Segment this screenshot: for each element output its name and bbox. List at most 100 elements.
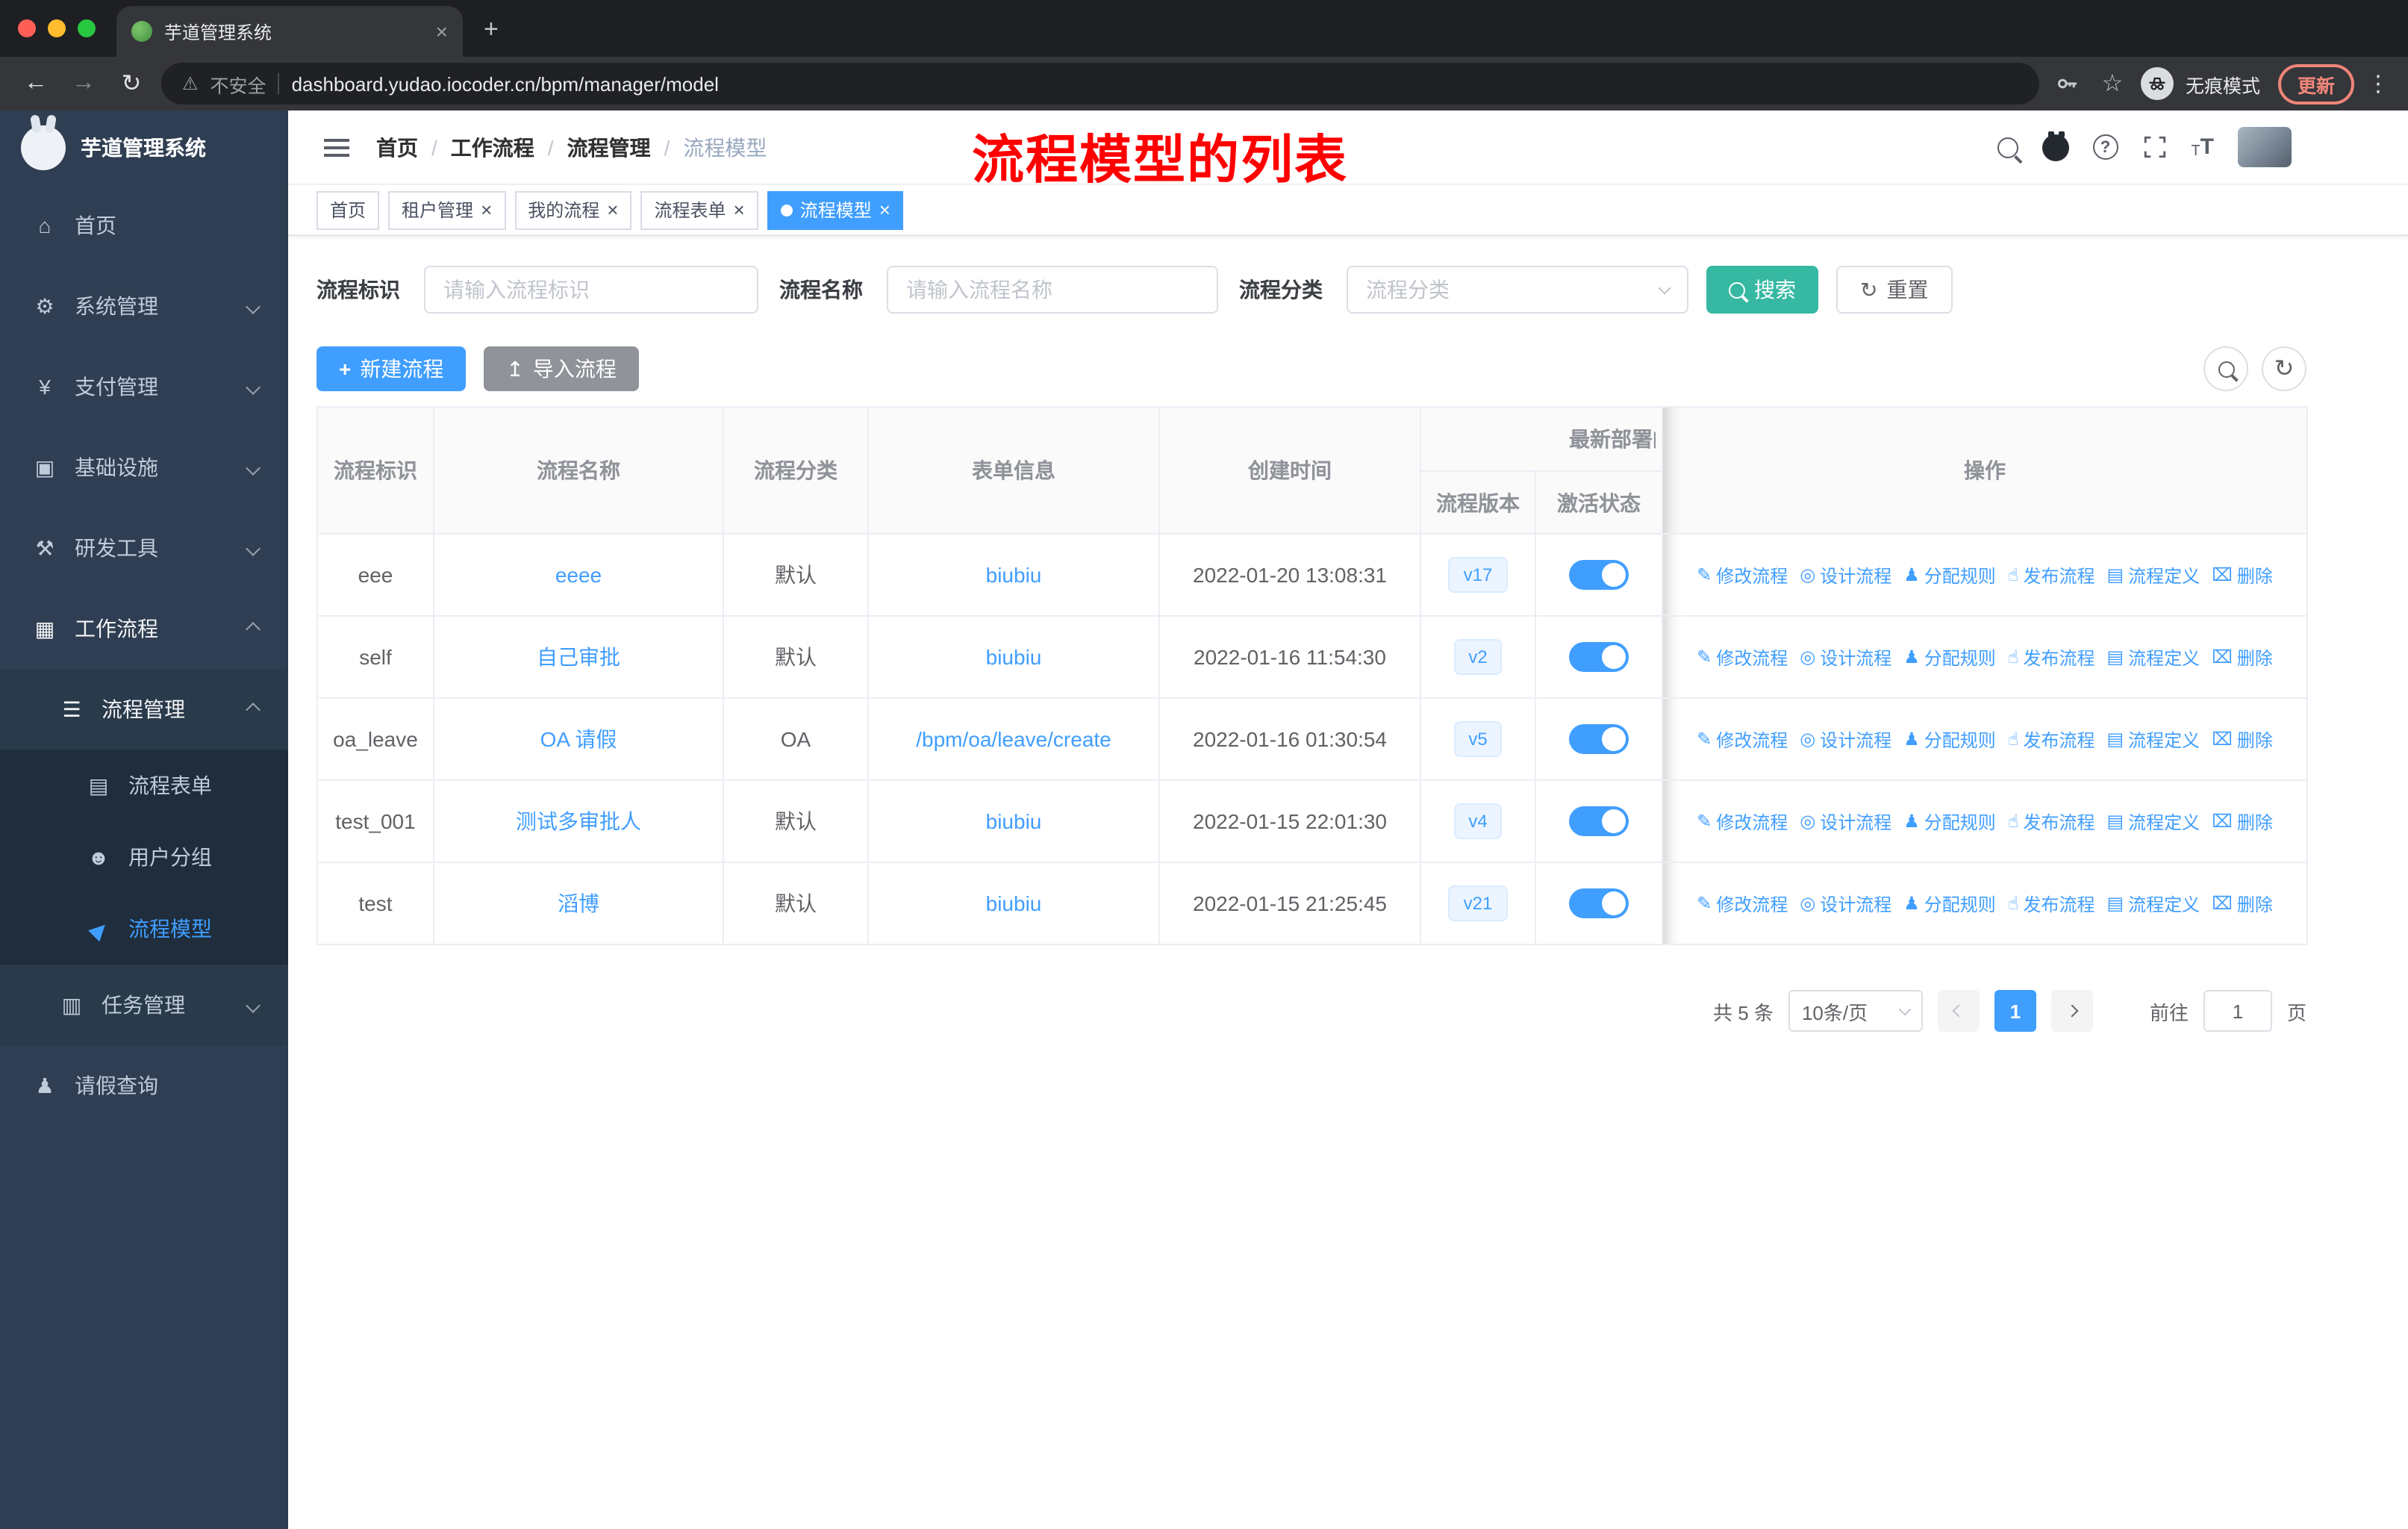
- active-toggle[interactable]: [1569, 642, 1629, 672]
- action-definition-link[interactable]: 流程定义: [2106, 727, 2200, 753]
- action-edit-link[interactable]: 修改流程: [1697, 727, 1788, 753]
- show-search-button[interactable]: [2203, 346, 2248, 391]
- close-icon[interactable]: [481, 200, 492, 219]
- action-assign-link[interactable]: 分配规则: [1903, 563, 1996, 588]
- goto-page-input[interactable]: [2203, 990, 2272, 1032]
- action-definition-link[interactable]: 流程定义: [2106, 645, 2200, 670]
- breadcrumb-process-management[interactable]: 流程管理: [567, 132, 670, 162]
- minimize-window-button[interactable]: [48, 19, 66, 37]
- action-delete-link[interactable]: 删除: [2212, 809, 2273, 835]
- bookmark-star-icon[interactable]: [2096, 67, 2129, 100]
- sidebar-item-payment[interactable]: 支付管理: [0, 346, 288, 427]
- close-window-button[interactable]: [18, 19, 36, 37]
- action-publish-link[interactable]: 发布流程: [2008, 727, 2094, 753]
- tag-process-form[interactable]: 流程表单: [640, 190, 758, 229]
- action-edit-link[interactable]: 修改流程: [1697, 563, 1788, 588]
- sidebar-item-home[interactable]: 首页: [0, 185, 288, 266]
- search-button[interactable]: 搜索: [1706, 266, 1818, 314]
- action-publish-link[interactable]: 发布流程: [2008, 891, 2094, 917]
- category-select[interactable]: 流程分类: [1347, 266, 1688, 314]
- font-size-icon[interactable]: [2191, 134, 2214, 160]
- sidebar-item-task-management[interactable]: 任务管理: [0, 965, 288, 1045]
- menu-dots-icon[interactable]: [2366, 70, 2390, 97]
- forward-button[interactable]: [66, 66, 102, 102]
- next-page-button[interactable]: [2050, 990, 2093, 1032]
- tag-my-process[interactable]: 我的流程: [514, 190, 632, 229]
- avatar[interactable]: [2238, 127, 2292, 167]
- process-id-input[interactable]: [424, 266, 758, 314]
- active-toggle[interactable]: [1569, 724, 1629, 754]
- sidebar-item-process-form[interactable]: 流程表单: [0, 750, 288, 821]
- process-name-link[interactable]: 测试多审批人: [516, 809, 641, 833]
- action-assign-link[interactable]: 分配规则: [1903, 645, 1996, 670]
- action-design-link[interactable]: 设计流程: [1800, 563, 1891, 588]
- action-edit-link[interactable]: 修改流程: [1697, 891, 1788, 917]
- create-process-button[interactable]: 新建流程: [316, 346, 467, 391]
- process-name-link[interactable]: 自己审批: [537, 645, 620, 669]
- sidebar-item-workflow[interactable]: 工作流程: [0, 588, 288, 669]
- action-publish-link[interactable]: 发布流程: [2008, 645, 2094, 670]
- action-delete-link[interactable]: 删除: [2212, 891, 2273, 917]
- fullscreen-icon[interactable]: [2142, 134, 2167, 160]
- action-publish-link[interactable]: 发布流程: [2008, 563, 2094, 588]
- action-definition-link[interactable]: 流程定义: [2106, 809, 2200, 835]
- action-assign-link[interactable]: 分配规则: [1903, 891, 1996, 917]
- form-link[interactable]: biubiu: [986, 645, 1042, 669]
- process-name-input[interactable]: [887, 266, 1218, 314]
- import-process-button[interactable]: 导入流程: [484, 346, 639, 391]
- action-delete-link[interactable]: 删除: [2212, 563, 2273, 588]
- search-icon[interactable]: [1997, 137, 2018, 158]
- close-icon[interactable]: [607, 200, 618, 219]
- page-size-select[interactable]: 10条/页: [1788, 990, 1923, 1032]
- tag-home[interactable]: 首页: [316, 190, 380, 229]
- active-toggle[interactable]: [1569, 806, 1629, 836]
- reload-button[interactable]: [113, 66, 149, 102]
- sidebar-item-system[interactable]: 系统管理: [0, 266, 288, 346]
- action-design-link[interactable]: 设计流程: [1800, 645, 1891, 670]
- action-assign-link[interactable]: 分配规则: [1903, 727, 1996, 753]
- refresh-table-button[interactable]: [2262, 346, 2306, 391]
- active-toggle[interactable]: [1569, 560, 1629, 590]
- breadcrumb-workflow[interactable]: 工作流程: [451, 132, 554, 162]
- sidebar-item-process-model[interactable]: 流程模型: [0, 893, 288, 965]
- sidebar-item-process-management[interactable]: 流程管理: [0, 669, 288, 750]
- sidebar-item-user-group[interactable]: 用户分组: [0, 821, 288, 893]
- process-name-link[interactable]: 滔博: [558, 891, 599, 915]
- zoom-window-button[interactable]: [78, 19, 96, 37]
- back-button[interactable]: [18, 66, 54, 102]
- help-icon[interactable]: [2092, 134, 2118, 160]
- action-design-link[interactable]: 设计流程: [1800, 809, 1891, 835]
- collapse-sidebar-button[interactable]: [324, 138, 349, 156]
- action-delete-link[interactable]: 删除: [2212, 645, 2273, 670]
- breadcrumb-home[interactable]: 首页: [376, 132, 437, 162]
- key-icon[interactable]: [2051, 67, 2084, 100]
- tab-close-icon[interactable]: [436, 21, 448, 42]
- process-name-link[interactable]: eeee: [555, 563, 602, 587]
- page-1-button[interactable]: 1: [1994, 990, 2036, 1032]
- browser-tab[interactable]: 芋道管理系统: [116, 6, 463, 57]
- form-link[interactable]: biubiu: [986, 809, 1042, 833]
- sidebar-item-infrastructure[interactable]: 基础设施: [0, 427, 288, 508]
- action-publish-link[interactable]: 发布流程: [2008, 809, 2094, 835]
- update-button[interactable]: 更新: [2277, 63, 2354, 104]
- action-design-link[interactable]: 设计流程: [1800, 727, 1891, 753]
- reset-button[interactable]: 重置: [1836, 266, 1953, 314]
- action-edit-link[interactable]: 修改流程: [1697, 809, 1788, 835]
- process-name-link[interactable]: OA 请假: [540, 727, 617, 751]
- action-delete-link[interactable]: 删除: [2212, 727, 2273, 753]
- form-link[interactable]: biubiu: [986, 891, 1042, 915]
- tag-process-model[interactable]: 流程模型: [767, 190, 904, 229]
- sidebar-item-devtools[interactable]: 研发工具: [0, 508, 288, 588]
- action-design-link[interactable]: 设计流程: [1800, 891, 1891, 917]
- action-edit-link[interactable]: 修改流程: [1697, 645, 1788, 670]
- form-link[interactable]: /bpm/oa/leave/create: [916, 727, 1111, 751]
- action-definition-link[interactable]: 流程定义: [2106, 891, 2200, 917]
- form-link[interactable]: biubiu: [986, 563, 1042, 587]
- prev-page-button[interactable]: [1937, 990, 1980, 1032]
- new-tab-button[interactable]: [484, 15, 499, 45]
- action-definition-link[interactable]: 流程定义: [2106, 563, 2200, 588]
- address-bar[interactable]: 不安全 dashboard.yudao.iocoder.cn/bpm/manag…: [161, 63, 2039, 105]
- sidebar-item-leave-query[interactable]: 请假查询: [0, 1045, 288, 1126]
- close-icon[interactable]: [734, 200, 745, 219]
- active-toggle[interactable]: [1569, 888, 1629, 918]
